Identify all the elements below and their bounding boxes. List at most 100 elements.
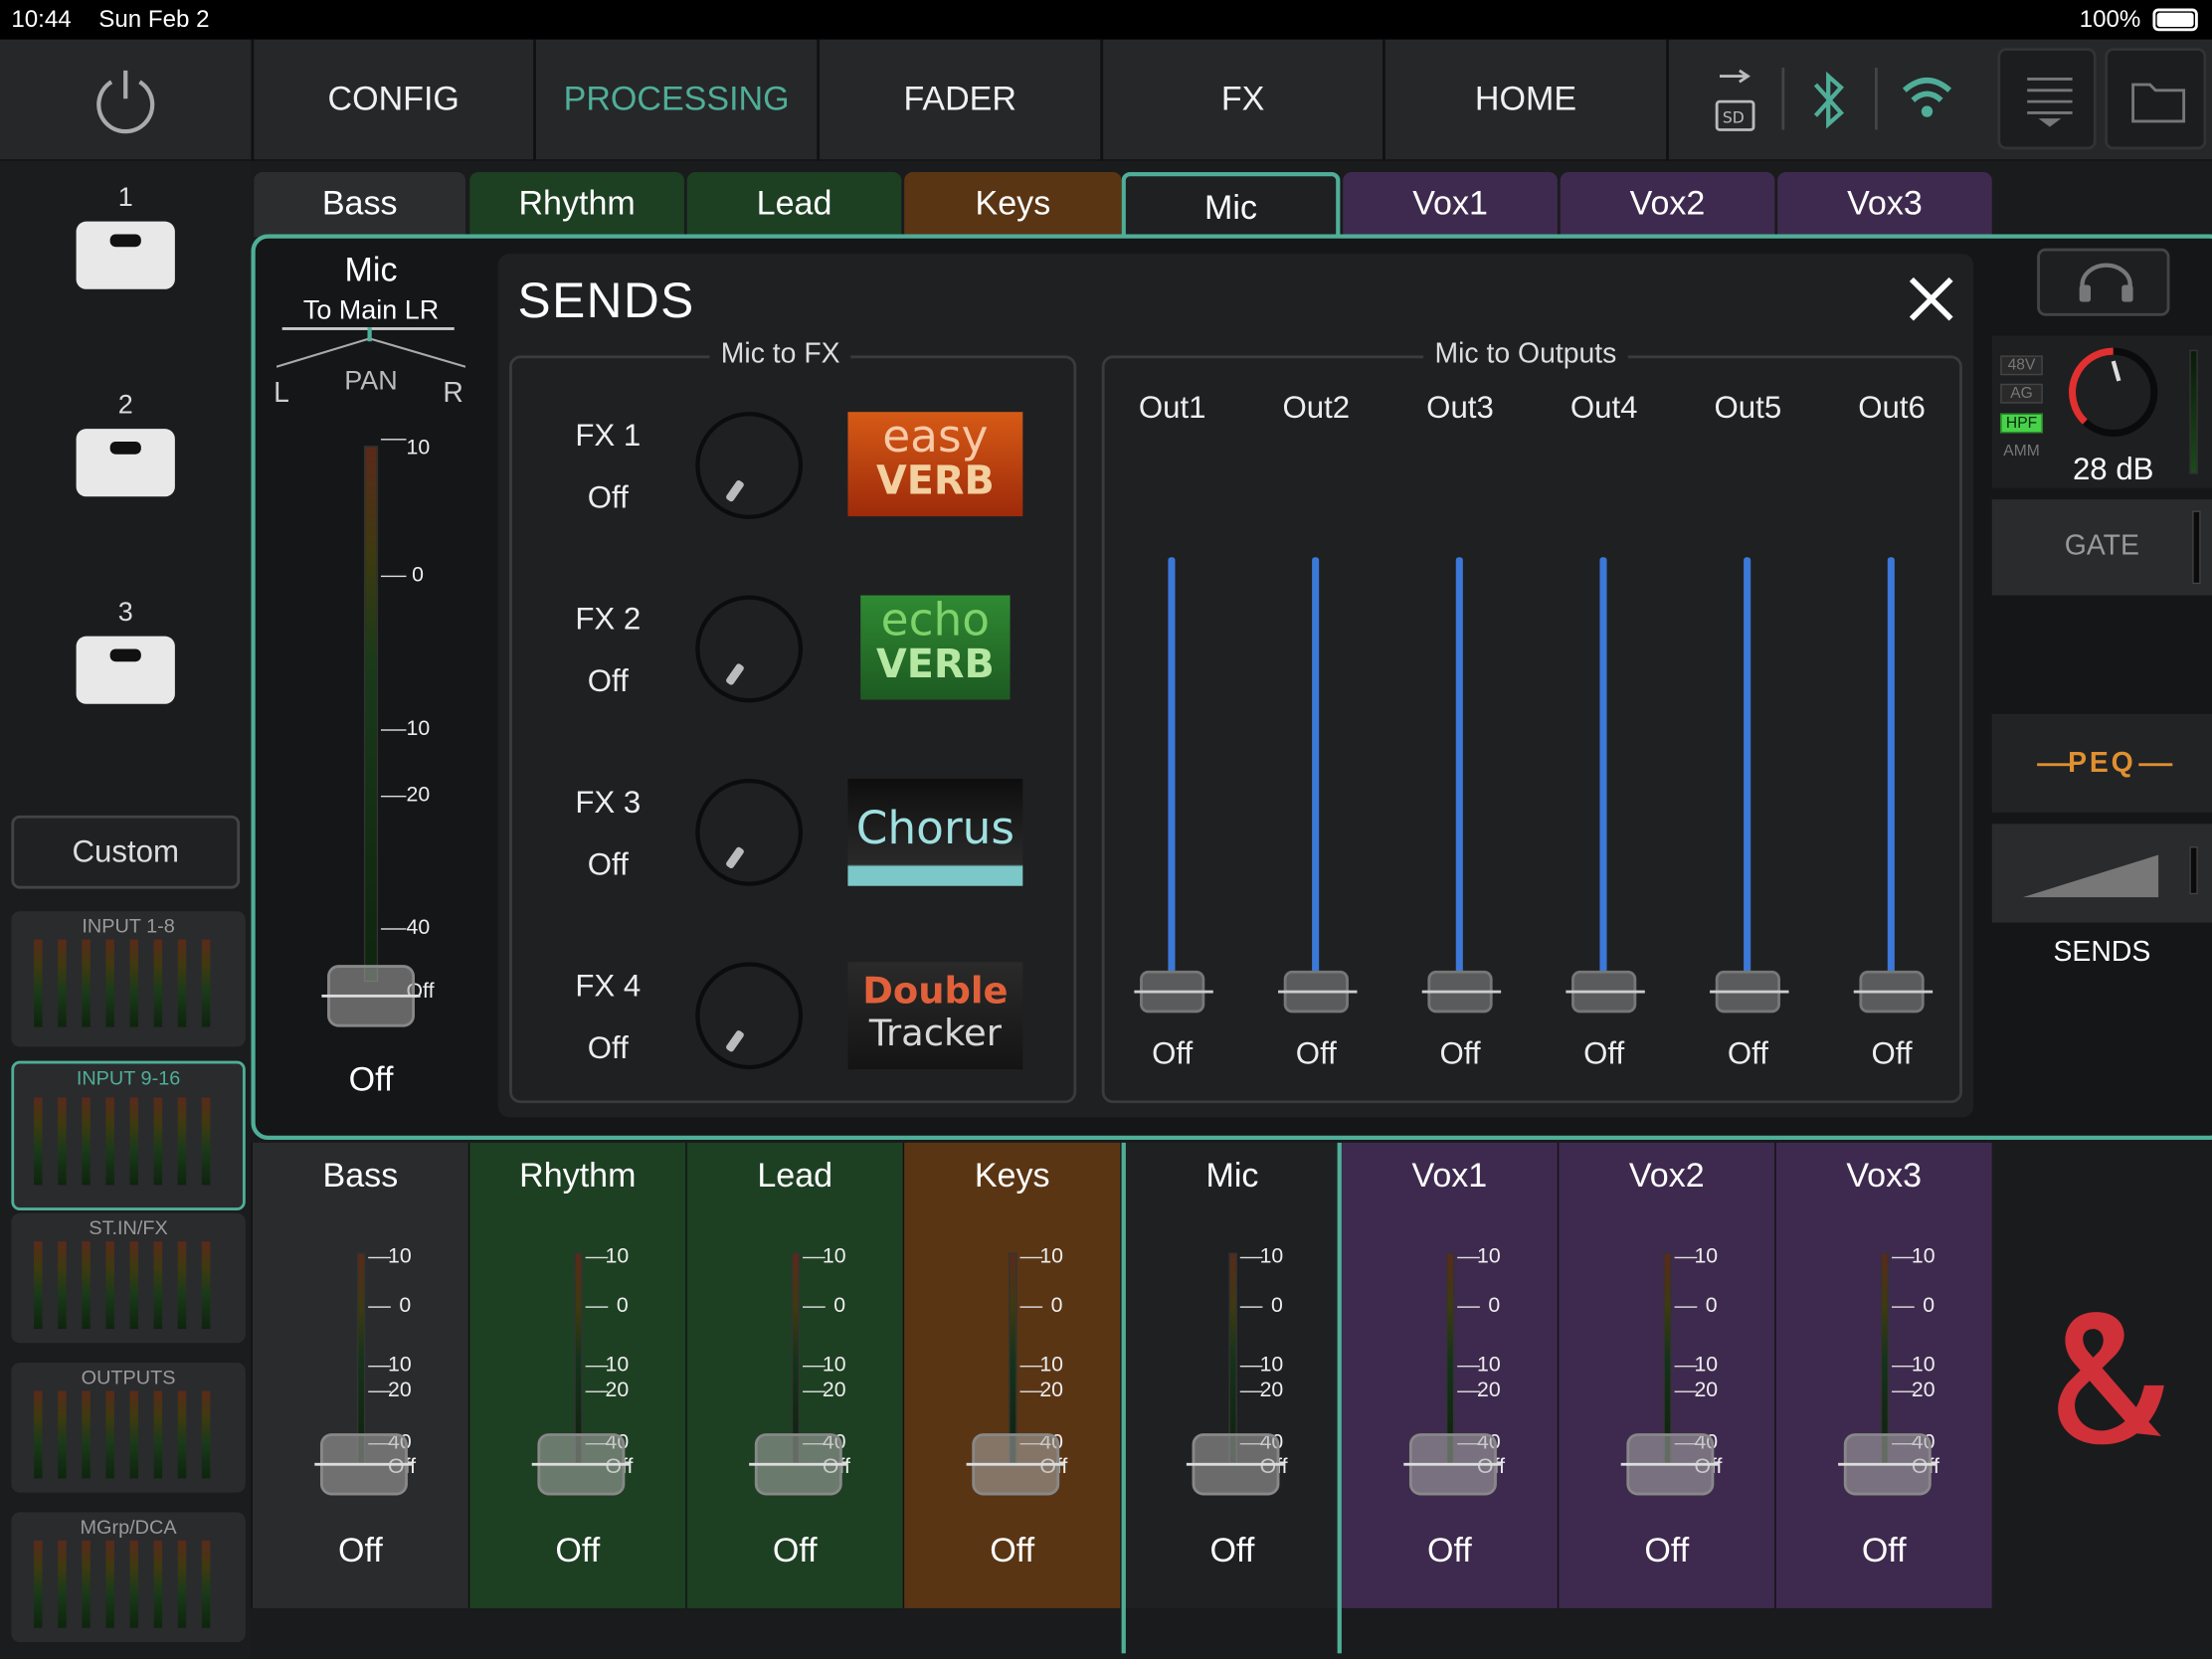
headphone-button[interactable]: [2037, 248, 2170, 316]
nav-processing[interactable]: PROCESSING: [533, 39, 817, 161]
strip-fader-knob[interactable]: [1186, 1433, 1286, 1496]
mini-meter: [82, 1241, 91, 1330]
flag-amm[interactable]: AMM: [2000, 443, 2043, 460]
channel-strip-rhythm: Rhythm100102040OffOff: [467, 1142, 686, 1608]
logo-text: echo: [880, 592, 991, 646]
tab-rhythm[interactable]: Rhythm: [469, 172, 684, 238]
flag-ag[interactable]: AG: [2000, 383, 2043, 404]
fx-4-send-knob[interactable]: [695, 962, 804, 1070]
close-button[interactable]: [1901, 268, 1962, 329]
out-6-fader-knob[interactable]: [1853, 970, 1934, 1014]
tab-vox1[interactable]: Vox1: [1343, 172, 1558, 238]
tab-lead[interactable]: Lead: [686, 172, 902, 238]
tab-bass[interactable]: Bass: [254, 172, 466, 238]
strip-fader-knob[interactable]: [314, 1433, 414, 1496]
wifi-icon: [1902, 78, 1952, 117]
strip-fader-knob[interactable]: [966, 1433, 1065, 1496]
bank-input-9-16[interactable]: INPUT 9-16: [11, 1060, 246, 1210]
tab-vox2[interactable]: Vox2: [1560, 172, 1775, 238]
scale-tick: 10: [1039, 1244, 1064, 1269]
strip-name[interactable]: Vox3: [1776, 1157, 1992, 1197]
mini-meter: [34, 1390, 43, 1479]
out-5-fader-knob[interactable]: [1710, 970, 1789, 1014]
nav-fader[interactable]: FADER: [817, 39, 1100, 161]
tab-keys[interactable]: Keys: [904, 172, 1122, 238]
bank-label: ST.IN/FX: [89, 1215, 168, 1239]
mini-meter: [201, 939, 211, 1027]
compressor-button[interactable]: [1991, 824, 2212, 923]
bank-st-in-fx[interactable]: ST.IN/FX: [11, 1212, 246, 1344]
strip-name[interactable]: Keys: [904, 1157, 1120, 1197]
chorus-logo[interactable]: Chorus: [847, 778, 1023, 886]
out-4-fader-knob[interactable]: [1566, 970, 1645, 1014]
peq-button[interactable]: PEQ: [1991, 713, 2212, 813]
channel-destination: To Main LR: [302, 295, 440, 326]
tab-vox3[interactable]: Vox3: [1777, 172, 1992, 238]
scale-tick: 20: [388, 1378, 412, 1402]
strip-name[interactable]: Lead: [687, 1157, 903, 1197]
out-1-fader-knob[interactable]: [1134, 970, 1213, 1014]
scale-tick: 10: [822, 1353, 846, 1378]
channel-meter: [363, 446, 379, 983]
bank-mgrp-dca[interactable]: MGrp/DCA: [11, 1512, 246, 1642]
fx-2-send-knob[interactable]: [695, 595, 804, 703]
scene-3-button[interactable]: [76, 636, 175, 704]
strip-fader-knob[interactable]: [1620, 1433, 1720, 1496]
flag-hpf[interactable]: HPF: [2000, 413, 2043, 434]
gate-button[interactable]: GATE: [1991, 499, 2212, 596]
folder-button[interactable]: [2105, 48, 2207, 150]
channel-fader-knob[interactable]: [321, 965, 421, 1027]
sends-label[interactable]: SENDS: [1992, 937, 2212, 970]
double-tracker-logo[interactable]: Double Tracker: [847, 962, 1023, 1070]
mini-meter: [105, 1540, 114, 1628]
output-sends-group: [1101, 355, 1962, 1104]
strip-fader-knob[interactable]: [531, 1433, 632, 1496]
fx-1-label: FX 1: [575, 417, 642, 454]
mini-meter: [129, 1390, 139, 1479]
strip-name[interactable]: Rhythm: [469, 1157, 685, 1197]
flag-48v[interactable]: 48V: [2000, 355, 2043, 376]
easy-verb-logo[interactable]: easy VERB: [847, 412, 1023, 517]
echo-verb-logo[interactable]: echo VERB: [860, 592, 1011, 700]
strip-name[interactable]: Vox1: [1342, 1157, 1558, 1197]
mini-meter: [201, 1540, 211, 1628]
channel-strip: Mic To Main LR PAN L R 10 0 10 20 40 Off…: [268, 249, 473, 1123]
mini-meter: [201, 1241, 211, 1330]
strip-name[interactable]: Vox2: [1559, 1157, 1774, 1197]
gain-meter: [2189, 349, 2198, 474]
scale-tick: 10: [822, 1244, 846, 1269]
scene-1-button[interactable]: [76, 221, 175, 289]
tab-mic[interactable]: Mic: [1121, 172, 1341, 241]
mini-meter: [105, 1390, 114, 1479]
scale-tick: 10: [1911, 1244, 1936, 1269]
fx-1-send-knob[interactable]: [695, 412, 804, 519]
bank-input-1-8[interactable]: INPUT 1-8: [11, 911, 246, 1047]
strip-fader-knob[interactable]: [1838, 1433, 1937, 1496]
brand-logo-ampersand: [2058, 1312, 2164, 1445]
strip-name[interactable]: Bass: [253, 1157, 468, 1197]
comp-meter: [2189, 846, 2198, 895]
brand-area: [1991, 1142, 2212, 1608]
strip-fader-value: Off: [1209, 1532, 1255, 1570]
menu-button[interactable]: [1997, 48, 2097, 150]
nav-home[interactable]: HOME: [1382, 39, 1666, 161]
mini-meter: [129, 939, 139, 1027]
power-button[interactable]: [0, 40, 251, 161]
scale-tick: 10: [605, 1353, 630, 1378]
scene-2-button[interactable]: [76, 429, 175, 497]
nav-config[interactable]: CONFIG: [251, 39, 533, 161]
out-2-value: Off: [1295, 1035, 1337, 1071]
connectivity-area: SD: [1666, 39, 1996, 161]
bank-outputs[interactable]: OUTPUTS: [11, 1363, 246, 1493]
out-3-fader-knob[interactable]: [1421, 970, 1502, 1014]
scale-tick: 20: [1259, 1378, 1284, 1402]
out-3-fader-track: [1455, 557, 1463, 995]
strip-fader-knob[interactable]: [749, 1433, 848, 1496]
strip-name[interactable]: Mic: [1124, 1157, 1340, 1197]
strip-fader-knob[interactable]: [1403, 1433, 1503, 1496]
gain-knob[interactable]: [2065, 344, 2160, 440]
custom-button[interactable]: Custom: [11, 815, 241, 889]
nav-fx[interactable]: FX: [1100, 39, 1382, 161]
fx-3-send-knob[interactable]: [695, 778, 804, 886]
out-2-fader-knob[interactable]: [1278, 970, 1358, 1014]
